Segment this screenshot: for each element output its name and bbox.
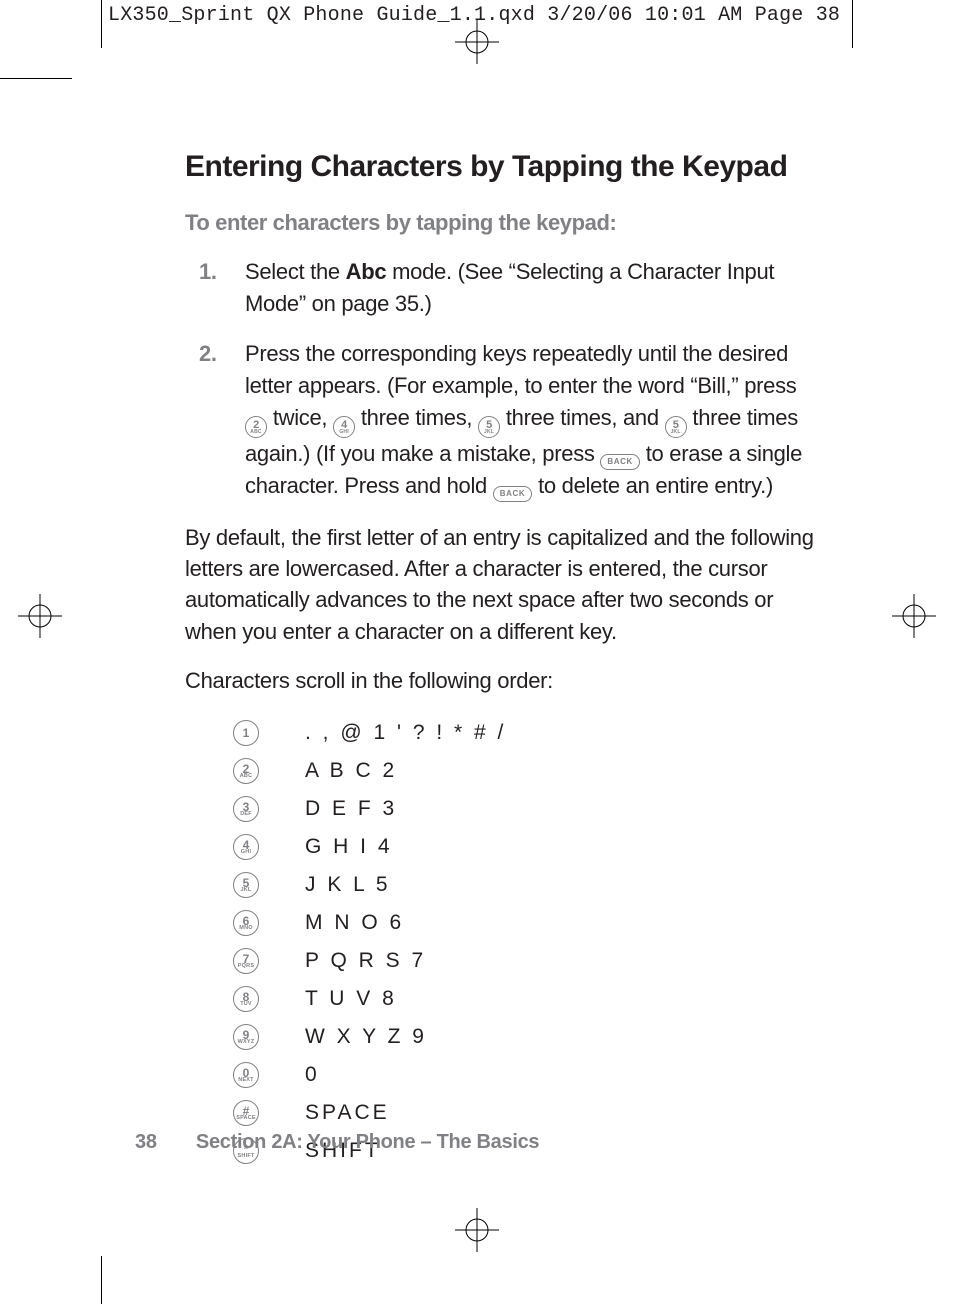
charlist-chars: . , @ 1 ' ? ! * # / (305, 721, 506, 745)
charlist-chars: J K L 5 (305, 873, 391, 897)
step-body: Select the Abc mode. (See “Selecting a C… (245, 256, 815, 320)
page-footer: 38 Section 2A: Your Phone – The Basics (135, 1131, 539, 1154)
charlist-row: #SPACE SPACE (233, 1094, 815, 1132)
key-k5-icon: 5JKL (233, 872, 259, 898)
charlist-row: 8TUV T U V 8 (233, 980, 815, 1018)
page-title: Entering Characters by Tapping the Keypa… (185, 150, 815, 184)
key-2-icon: 2ABC (245, 416, 267, 438)
charlist-chars: P Q R S 7 (305, 949, 426, 973)
text-bold: Abc (346, 259, 387, 284)
key-k4-icon: 4GHI (233, 834, 259, 860)
text: to delete an entire entry.) (538, 473, 773, 498)
content-block: Entering Characters by Tapping the Keypa… (185, 150, 815, 1170)
charlist-row: 5JKL J K L 5 (233, 866, 815, 904)
charlist-row: 1 . , @ 1 ' ? ! * # / (233, 714, 815, 752)
charlist-row: 7PQRS P Q R S 7 (233, 942, 815, 980)
charlist-chars: A B C 2 (305, 759, 397, 783)
registration-mark-icon (892, 594, 936, 638)
step-list: 1. Select the Abc mode. (See “Selecting … (199, 256, 815, 502)
charlist-row: 9WXYZ W X Y Z 9 (233, 1018, 815, 1056)
key-back-icon: BACK (493, 486, 533, 502)
key-k3-icon: 3DEF (233, 796, 259, 822)
step-body: Press the corresponding keys repeatedly … (245, 338, 815, 502)
registration-mark-icon (18, 594, 62, 638)
charlist-chars: 0 (305, 1063, 320, 1087)
key-k8-icon: 8TUV (233, 986, 259, 1012)
paragraph: By default, the first letter of an entry… (185, 522, 815, 647)
running-header: LX350_Sprint QX Phone Guide_1.1.qxd 3/20… (108, 4, 894, 27)
crop-mark (101, 1256, 102, 1304)
key-k6-icon: 6MNO (233, 910, 259, 936)
charlist-chars: G H I 4 (305, 835, 393, 859)
text: twice, (273, 405, 333, 430)
charlist-chars: M N O 6 (305, 911, 404, 935)
key-kpound-icon: #SPACE (233, 1100, 259, 1126)
charlist-row: 2ABC A B C 2 (233, 752, 815, 790)
text: Press the corresponding keys repeatedly … (245, 341, 797, 398)
charlist-chars: D E F 3 (305, 797, 397, 821)
page: LX350_Sprint QX Phone Guide_1.1.qxd 3/20… (0, 0, 954, 1304)
text: three times, (361, 405, 478, 430)
crop-mark (0, 78, 72, 79)
charlist-chars: SPACE (305, 1101, 390, 1125)
crop-mark (101, 0, 102, 48)
charlist-row: 6MNO M N O 6 (233, 904, 815, 942)
section-label: Section 2A: Your Phone – The Basics (196, 1131, 539, 1153)
charlist-chars: W X Y Z 9 (305, 1025, 427, 1049)
charlist-row: 3DEF D E F 3 (233, 790, 815, 828)
key-k0-icon: 0NEXT (233, 1062, 259, 1088)
charlist-row: 0NEXT 0 (233, 1056, 815, 1094)
key-k9-icon: 9WXYZ (233, 1024, 259, 1050)
lead-text: To enter characters by tapping the keypa… (185, 210, 815, 236)
key-k7-icon: 7PQRS (233, 948, 259, 974)
key-k2-icon: 2ABC (233, 758, 259, 784)
page-number: 38 (135, 1131, 157, 1153)
text: Select the (245, 259, 346, 284)
charlist-row: 4GHI G H I 4 (233, 828, 815, 866)
charlist-chars: T U V 8 (305, 987, 397, 1011)
key-4-icon: 4GHI (333, 416, 355, 438)
step-item: 1. Select the Abc mode. (See “Selecting … (199, 256, 815, 320)
step-number: 2. (199, 338, 245, 502)
key-5-icon: 5JKL (478, 416, 500, 438)
registration-mark-icon (455, 1208, 499, 1252)
character-order-list: 1 . , @ 1 ' ? ! * # / 2ABC A B C 2 3DEF D E F… (233, 714, 815, 1170)
key-back-icon: BACK (600, 454, 640, 470)
key-5-icon: 5JKL (665, 416, 687, 438)
step-number: 1. (199, 256, 245, 320)
text: three times, and (506, 405, 665, 430)
step-item: 2. Press the corresponding keys repeated… (199, 338, 815, 502)
key-k1-icon: 1 (233, 720, 259, 746)
paragraph: Characters scroll in the following order… (185, 665, 815, 696)
